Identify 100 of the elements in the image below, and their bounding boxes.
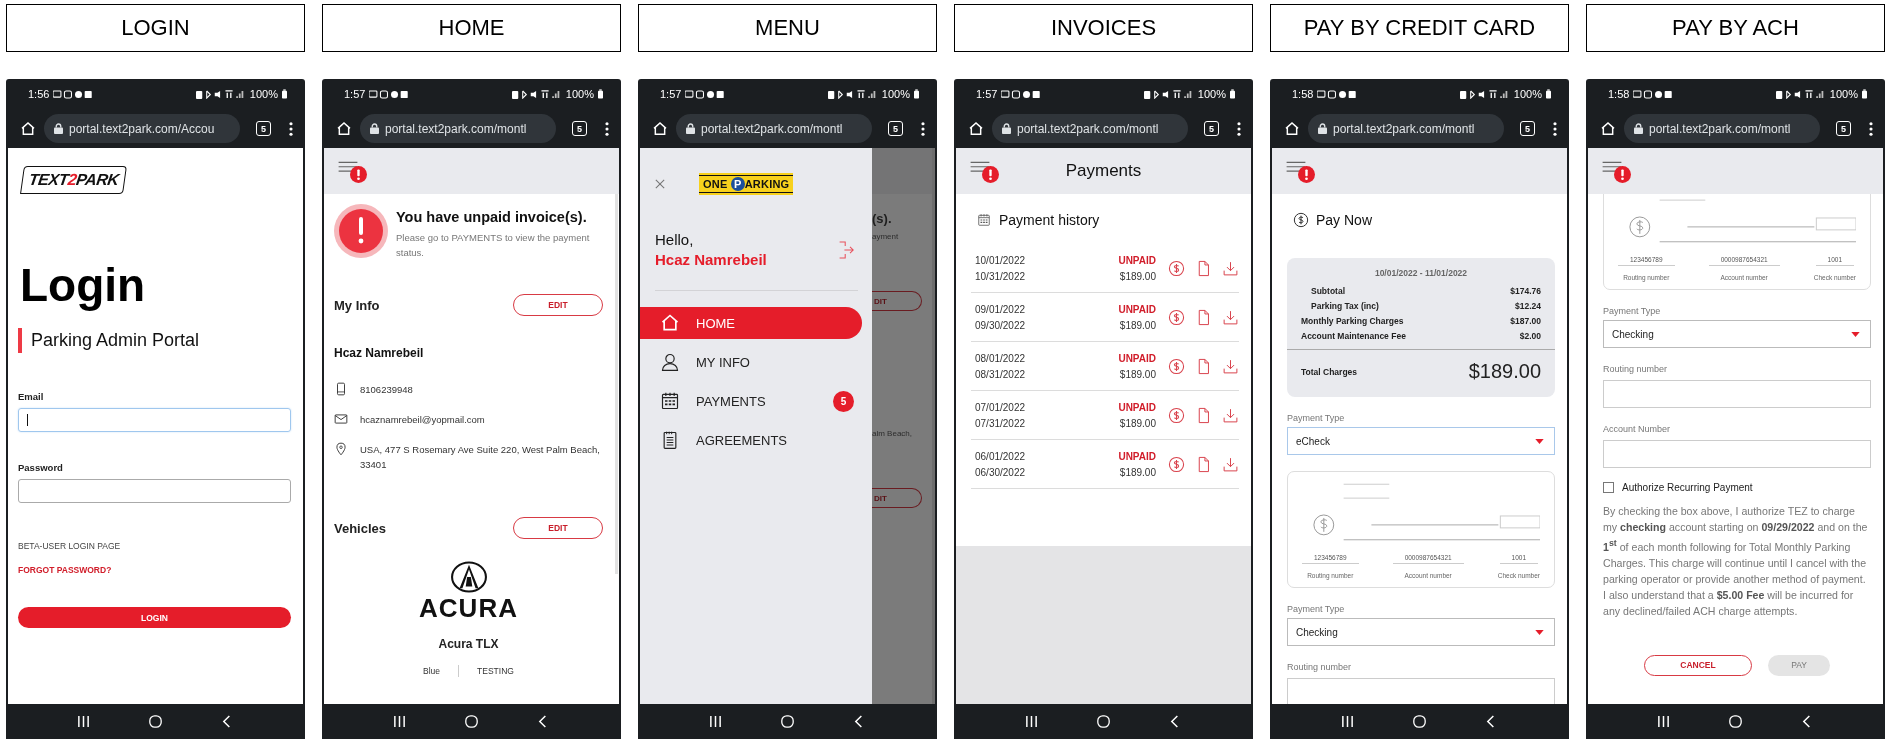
close-icon[interactable] — [655, 179, 665, 189]
home-icon[interactable] — [968, 120, 984, 137]
field-label: Payment Type — [1287, 604, 1346, 614]
recents-icon[interactable] — [1657, 715, 1671, 728]
home-icon[interactable] — [336, 120, 352, 137]
tab-switcher-button[interactable]: 5 — [572, 121, 587, 136]
alert-badge-icon — [350, 166, 367, 183]
phone-icon — [334, 382, 348, 397]
more-icon[interactable] — [1553, 121, 1557, 136]
recents-icon[interactable] — [393, 715, 407, 728]
link[interactable]: FORGOT PASSWORD? — [18, 565, 121, 575]
more-icon[interactable] — [921, 121, 925, 136]
link[interactable]: BETA-USER LOGIN PAGE — [18, 541, 121, 551]
tab-switcher-button[interactable]: 5 — [1520, 121, 1535, 136]
home-icon[interactable] — [652, 120, 668, 137]
input-field[interactable] — [1287, 678, 1555, 704]
end-date: 09/30/2022 — [975, 319, 1027, 331]
home-icon[interactable] — [1413, 715, 1426, 728]
screen-caption: INVOICES — [954, 4, 1253, 52]
home-icon[interactable] — [465, 715, 478, 728]
download-icon[interactable] — [1222, 357, 1239, 375]
home-icon[interactable] — [1600, 120, 1616, 137]
address-bar[interactable]: portal.text2park.com/montl — [1624, 114, 1820, 143]
dropdown[interactable]: eCheck — [1287, 427, 1555, 455]
field-label: Account Number — [1603, 424, 1672, 434]
menu-item[interactable]: HOME — [640, 307, 862, 339]
address-bar[interactable]: portal.text2park.com/montl — [992, 114, 1188, 143]
info-text: hcaznamrebeil@yopmail.com — [360, 413, 485, 428]
dollar-circle-icon[interactable] — [1168, 308, 1185, 326]
home-icon[interactable] — [20, 120, 36, 137]
end-date: 06/30/2022 — [975, 466, 1027, 478]
battery-level: 100% — [881, 88, 910, 100]
tab-switcher-button[interactable]: 5 — [256, 121, 271, 136]
dollar-circle-icon[interactable] — [1168, 357, 1185, 375]
home-icon[interactable] — [781, 715, 794, 728]
input-field[interactable] — [1603, 440, 1871, 468]
input-field[interactable] — [18, 408, 291, 432]
charge-value: $2.00 — [1519, 331, 1541, 341]
home-icon[interactable] — [1097, 715, 1110, 728]
calendar-icon — [977, 213, 991, 227]
tab-switcher-button[interactable]: 5 — [1204, 121, 1219, 136]
url-text: portal.text2park.com/Accou — [69, 121, 215, 136]
dropdown[interactable]: Checking — [1287, 618, 1555, 646]
alert-message: Please go to PAYMENTS to view the payment status. — [396, 231, 591, 261]
more-icon[interactable] — [1869, 121, 1873, 136]
amount: $189.00 — [1119, 466, 1156, 478]
address-bar[interactable]: portal.text2park.com/Accou — [44, 114, 240, 143]
dollar-circle-icon[interactable] — [1168, 455, 1185, 473]
input-field[interactable] — [18, 479, 291, 503]
login-button[interactable]: LOGIN — [18, 607, 291, 628]
end-date: 08/31/2022 — [975, 368, 1027, 380]
recents-icon[interactable] — [709, 715, 723, 728]
address-bar[interactable]: portal.text2park.com/montl — [360, 114, 556, 143]
checkbox[interactable] — [1603, 482, 1614, 493]
address-bar[interactable]: portal.text2park.com/montl — [1308, 114, 1504, 143]
edit-button[interactable]: EDIT — [513, 517, 603, 540]
license-plate: TESTING — [477, 666, 514, 677]
cancel-button[interactable]: CANCEL — [1644, 654, 1752, 676]
home-icon[interactable] — [1284, 120, 1300, 137]
field-label: Payment Type — [1603, 306, 1662, 316]
tab-switcher-button[interactable]: 5 — [1836, 121, 1851, 136]
battery-icon — [1546, 89, 1551, 99]
home-icon — [660, 313, 680, 333]
menu-item[interactable]: AGREEMENTS — [640, 424, 862, 456]
dimmed-text: alm Beach, — [872, 429, 913, 438]
home-icon[interactable] — [149, 715, 162, 728]
more-icon[interactable] — [289, 121, 293, 136]
more-icon[interactable] — [605, 121, 609, 136]
dropdown[interactable]: Checking — [1603, 320, 1871, 348]
status-icons-drawing — [1775, 89, 1826, 99]
dimmed-text: (s). — [872, 211, 892, 226]
dollar-circle-icon[interactable] — [1168, 406, 1185, 424]
more-icon[interactable] — [1237, 121, 1241, 136]
input-field[interactable] — [1603, 380, 1871, 408]
download-icon[interactable] — [1222, 455, 1239, 473]
battery-level: 100% — [1829, 88, 1858, 100]
download-icon[interactable] — [1222, 308, 1239, 326]
lock-icon — [686, 123, 695, 134]
edit-button[interactable]: EDIT — [513, 294, 603, 317]
url-text: portal.text2park.com/montl — [1333, 121, 1475, 136]
download-icon[interactable] — [1222, 259, 1239, 277]
recents-icon[interactable] — [1025, 715, 1039, 728]
menu-item[interactable]: PAYMENTS 5 — [640, 385, 862, 417]
payment-status: UNPAID — [1118, 352, 1156, 364]
status-icons-drawing — [195, 89, 246, 99]
caret-icon — [1535, 629, 1544, 635]
tab-switcher-button[interactable]: 5 — [888, 121, 903, 136]
alert-badge-icon — [1298, 166, 1315, 183]
dollar-circle-icon[interactable] — [1168, 259, 1185, 277]
download-icon[interactable] — [1222, 406, 1239, 424]
home-icon[interactable] — [1729, 715, 1742, 728]
user-name: Hcaz Namrebeil — [334, 346, 425, 361]
address-bar[interactable]: portal.text2park.com/montl — [676, 114, 872, 143]
menu-item[interactable]: MY INFO — [640, 346, 862, 378]
info-text: 8106239948 — [360, 383, 413, 398]
recents-icon[interactable] — [1341, 715, 1355, 728]
menu-icon — [1602, 161, 1622, 174]
alert-badge-icon — [1614, 166, 1631, 183]
recents-icon[interactable] — [77, 715, 91, 728]
charge-label: Monthly Parking Charges — [1301, 316, 1404, 326]
